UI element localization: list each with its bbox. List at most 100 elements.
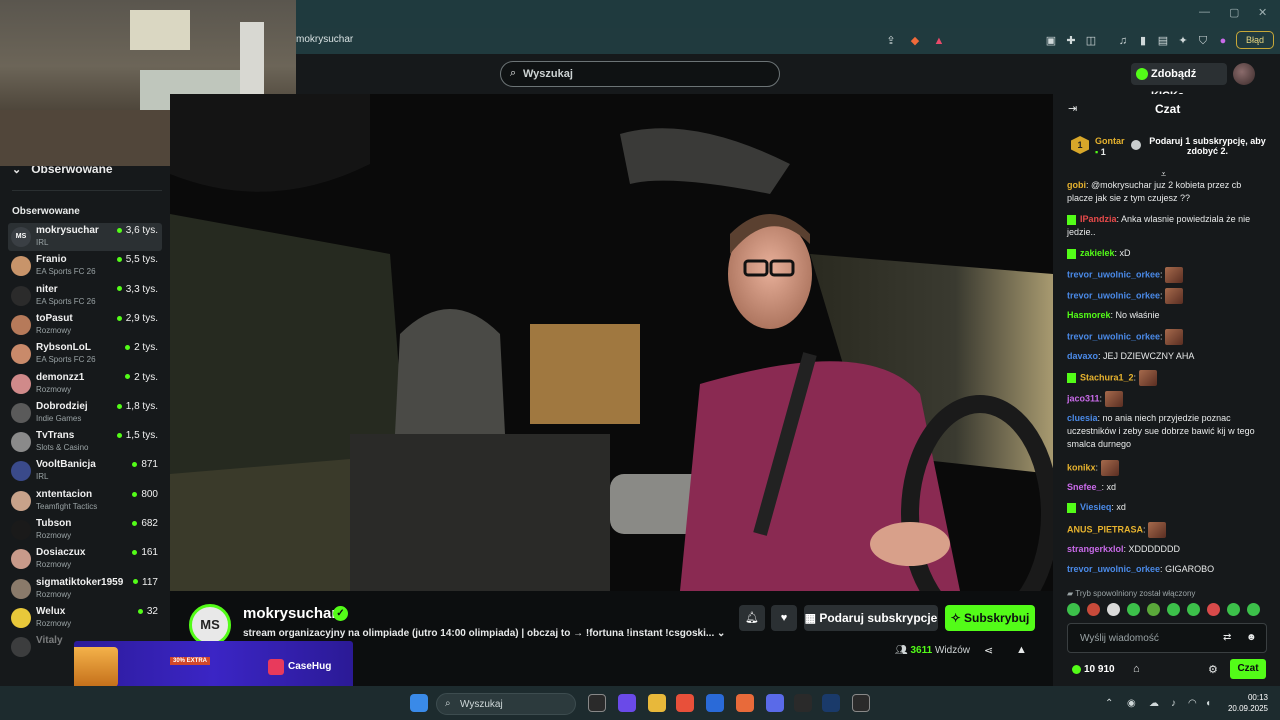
chat-username[interactable]: ANUS_PIETRASA (1067, 524, 1143, 534)
video-player[interactable] (170, 94, 1053, 591)
puzzle-icon[interactable]: ✚ (1064, 34, 1078, 48)
mic-icon[interactable]: ♪ (1171, 698, 1176, 709)
cloud-icon[interactable]: ☁ (1149, 698, 1159, 709)
wallet-icon[interactable]: ▤ (1156, 34, 1170, 48)
chat-message[interactable]: IPandzia: Anka wlasnie powiedziala że ni… (1067, 213, 1267, 239)
sidebar-channel-row[interactable]: TvTrans Slots & Casino 1,5 tys. (8, 428, 162, 456)
brave-icon[interactable] (676, 694, 694, 712)
sidebar-channel-row[interactable]: Tubson Rozmowy 682 (8, 516, 162, 544)
translate-icon[interactable]: ⇄ (1223, 632, 1231, 643)
chat-message[interactable]: trevor_uwolnic_orkee: (1067, 288, 1267, 304)
chat-username[interactable]: Stachura1_2 (1080, 372, 1134, 382)
sidebar-channel-row[interactable]: Franio EA Sports FC 26 5,5 tys. (8, 252, 162, 280)
stream-title[interactable]: stream organizacyjny na olimpiade (jutro… (243, 628, 725, 639)
steam-icon[interactable] (822, 694, 840, 712)
channel-name[interactable]: mokrysuchar (243, 605, 337, 622)
collapse-chat-icon[interactable]: ⇥ (1068, 102, 1077, 115)
report-icon[interactable]: ▲ (1016, 644, 1027, 656)
chat-message[interactable]: ANUS_PIETRASA: (1067, 522, 1267, 538)
chat-message[interactable]: jaco311: (1067, 391, 1267, 407)
emote-icon[interactable] (1147, 603, 1160, 616)
channel-avatar[interactable]: MS (189, 604, 231, 646)
subscribe-button[interactable]: ✧ Subskrybuj (945, 605, 1035, 631)
chat-username[interactable]: trevor_uwolnic_orkee (1067, 269, 1160, 279)
copilot-icon[interactable] (618, 694, 636, 712)
chat-username[interactable]: jaco311 (1067, 393, 1100, 403)
pinned-gift-leaderboard[interactable]: 1 Gontar ▪ 1 Podaruj 1 subskrypcję, aby … (1062, 128, 1272, 166)
app-icon[interactable] (794, 694, 812, 712)
chat-message[interactable]: trevor_uwolnic_orkee: GIGAROBO (1067, 563, 1267, 576)
store-icon[interactable]: ⌂ (1133, 663, 1140, 675)
share-icon[interactable]: ⇪ (884, 34, 898, 48)
vpn-icon[interactable]: ⛉ (1196, 34, 1210, 48)
emote-icon[interactable] (1227, 603, 1240, 616)
chat-username[interactable]: konikx (1067, 462, 1096, 472)
sidebar-icon[interactable]: ▮ (1136, 34, 1150, 48)
maximize-icon[interactable]: ▢ (1229, 6, 1239, 19)
emote-icon[interactable] (1187, 603, 1200, 616)
profile-icon[interactable]: ● (1216, 34, 1230, 48)
chat-message[interactable]: cluesia: no ania niech przyjedzie poznac… (1067, 412, 1267, 451)
close-icon[interactable]: ✕ (1258, 6, 1267, 19)
network-app-icon[interactable]: ◉ (1127, 698, 1136, 709)
chat-message[interactable]: Viesieq: xd (1067, 501, 1267, 514)
sidebar-channel-row[interactable]: xntentacion Teamfight Tactics 800 (8, 487, 162, 515)
search-input[interactable]: ⌕ Wyszukaj (500, 61, 780, 87)
chat-username[interactable]: trevor_uwolnic_orkee (1067, 331, 1160, 341)
discord-icon[interactable] (766, 694, 784, 712)
sidebar-channel-row[interactable]: Dosiaczux Rozmowy 161 (8, 545, 162, 573)
chat-username[interactable]: trevor_uwolnic_orkee (1067, 564, 1160, 574)
chat-username[interactable]: IPandzia (1080, 214, 1117, 224)
quick-emote-bar[interactable] (1067, 603, 1267, 619)
chat-username[interactable]: Viesieq (1080, 502, 1111, 512)
chat-username[interactable]: Snefee_ (1067, 482, 1102, 492)
wifi-icon[interactable]: ◠ (1188, 698, 1197, 709)
chat-message[interactable]: trevor_uwolnic_orkee: (1067, 329, 1267, 345)
chevron-up-icon[interactable]: ⌃ (1105, 698, 1113, 709)
sidebar-channel-row[interactable]: VooltBanicja IRL 871 (8, 457, 162, 485)
error-button[interactable]: Błąd (1236, 31, 1274, 49)
chat-message[interactable]: strangerkxlol: XDDDDDDD (1067, 543, 1267, 556)
emote-icon[interactable] (1207, 603, 1220, 616)
notification-bell-button[interactable]: 🔔︎ (739, 605, 765, 631)
chat-message[interactable]: zakielek: xD (1067, 247, 1267, 260)
user-avatar[interactable] (1233, 63, 1255, 85)
chat-username[interactable]: trevor_uwolnic_orkee (1067, 290, 1160, 300)
sidebar-channel-row[interactable]: RybsonLoL EA Sports FC 26 2 tys. (8, 340, 162, 368)
chat-message[interactable]: trevor_uwolnic_orkee: (1067, 267, 1267, 283)
chat-username[interactable]: zakielek (1080, 248, 1115, 258)
emote-icon[interactable] (1107, 603, 1120, 616)
volume-icon[interactable]: ◖ (1205, 698, 1211, 709)
follow-button[interactable]: ♥ (771, 605, 797, 631)
chat-message-input[interactable]: Wyślij wiadomość ⇄ ☻ (1067, 623, 1267, 653)
sidebar-channel-row[interactable]: demonzz1 Rozmowy 2 tys. (8, 370, 162, 398)
chat-username[interactable]: strangerkxlol (1067, 544, 1124, 554)
sidebar-channel-row[interactable]: MS mokrysuchar IRL 3,6 tys. (8, 223, 162, 251)
sidebar-channel-row[interactable]: sigmatiktoker1959 Rozmowy 117 (8, 575, 162, 603)
file-explorer-icon[interactable] (648, 694, 666, 712)
chat-username[interactable]: Hasmorek (1067, 310, 1111, 320)
emote-icon[interactable] (1247, 603, 1260, 616)
emote-icon[interactable] (1087, 603, 1100, 616)
start-icon[interactable] (410, 694, 428, 712)
url-text[interactable]: mokrysuchar (296, 34, 353, 45)
gear-icon[interactable]: ⚙ (1208, 663, 1218, 676)
get-kicks-button[interactable]: Zdobądź KICKs (1131, 63, 1227, 102)
brave-shield-icon[interactable]: ◆ (908, 34, 922, 48)
sidebar-channel-row[interactable]: Welux Rozmowy 32 (8, 604, 162, 632)
task-view-icon[interactable] (588, 694, 606, 712)
epic-games-icon[interactable] (852, 694, 870, 712)
minimize-icon[interactable]: — (1199, 6, 1210, 18)
store-app-icon[interactable] (706, 694, 724, 712)
chat-message[interactable]: Hasmorek: No właśnie (1067, 309, 1267, 322)
emote-icon[interactable] (1067, 603, 1080, 616)
brave-active-icon[interactable] (736, 694, 754, 712)
emote-icon[interactable] (1167, 603, 1180, 616)
screenshot-icon[interactable]: ◫ (1084, 34, 1098, 48)
chat-send-button[interactable]: Czat (1230, 659, 1266, 679)
emote-icon[interactable] (1127, 603, 1140, 616)
chat-message[interactable]: Stachura1_2: (1067, 370, 1267, 386)
system-clock[interactable]: 00:13 20.09.2025 (1222, 692, 1268, 714)
chevron-down-icon[interactable]: ⌄ (717, 628, 725, 639)
chat-username[interactable]: gobi (1067, 180, 1086, 190)
